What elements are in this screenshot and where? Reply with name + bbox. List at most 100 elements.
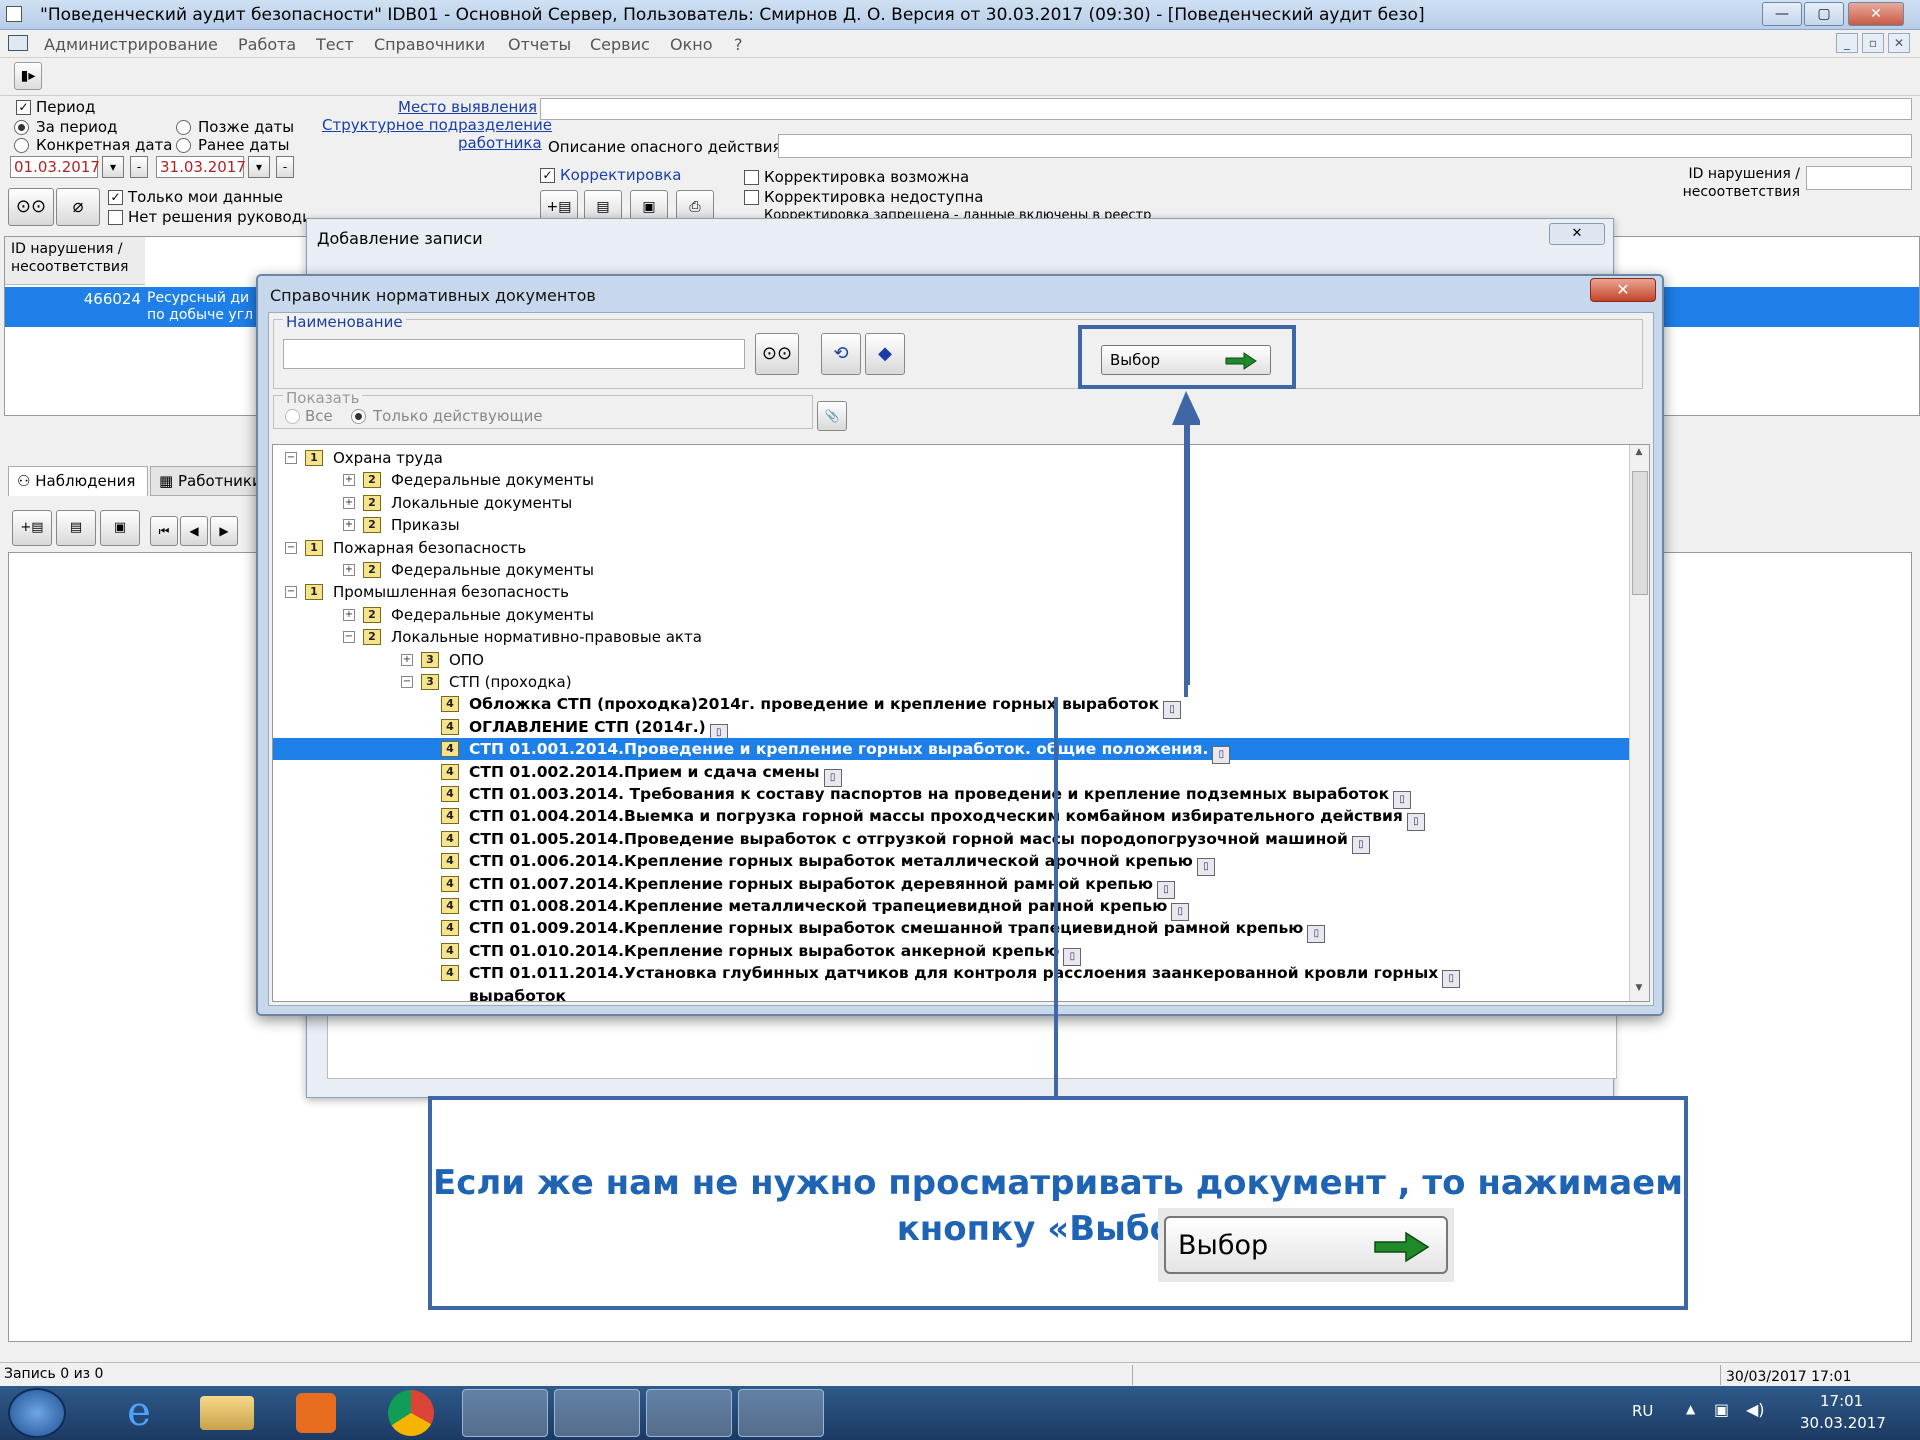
expand-icon[interactable]: + — [343, 474, 355, 487]
specific-date-radio[interactable] — [14, 138, 29, 153]
date-from-dropdown[interactable]: ▾ — [102, 156, 124, 178]
collapse-icon[interactable]: − — [285, 541, 297, 554]
after-date-radio[interactable] — [176, 120, 191, 135]
binoculars-search-button[interactable]: ⊙⊙ — [755, 333, 799, 375]
document-item[interactable]: 4 Обложка СТП (проходка)2014г. проведение… — [273, 693, 1631, 720]
exit-icon[interactable]: ▮▸ — [14, 62, 42, 90]
document-item[interactable]: 4 СТП 01.002.2014.Прием и сдача смены ▯ — [273, 761, 1631, 787]
volume-icon[interactable]: ◀) — [1746, 1400, 1765, 1419]
document-item[interactable]: 4 СТП 01.011.2014.Установка глубинных дат… — [273, 962, 1631, 989]
show-all-radio[interactable] — [285, 409, 300, 424]
media-player-icon[interactable] — [296, 1393, 336, 1433]
next-record-button[interactable]: ▶ — [210, 516, 238, 546]
show-active-radio[interactable] — [351, 409, 366, 424]
expand-icon[interactable]: + — [343, 496, 355, 509]
violation-id-field[interactable] — [1806, 166, 1912, 190]
period-checkbox[interactable]: ✓ — [16, 100, 31, 115]
document-item[interactable]: 4 СТП 01.001.2014.Проведение и крепление … — [273, 738, 1631, 765]
name-input[interactable] — [283, 339, 745, 369]
tree-node[interactable]: −2 Локальные нормативно-правовые акта — [273, 626, 1631, 648]
first-record-button[interactable]: ⏮ — [150, 516, 178, 546]
expand-icon[interactable]: + — [401, 653, 413, 666]
menu-help[interactable]: ? — [734, 35, 743, 54]
collapse-icon[interactable]: − — [343, 631, 355, 644]
explorer-icon[interactable] — [200, 1396, 254, 1430]
tree-node[interactable]: −1 Промышленная безопасность — [273, 581, 1631, 603]
maximize-button[interactable]: ▢ — [1804, 2, 1844, 26]
add-record-close[interactable]: ✕ — [1549, 223, 1605, 245]
danger-desc-field[interactable] — [778, 134, 1912, 158]
tab-workers[interactable]: ▦ Работники — [150, 466, 270, 496]
refresh-icon[interactable]: ⟲ — [821, 333, 861, 375]
document-item[interactable]: 4 СТП 01.009.2014.Крепление горных вырабо… — [273, 917, 1631, 944]
tree-node[interactable]: +3 ОПО — [273, 649, 1631, 671]
expand-icon[interactable]: + — [343, 608, 355, 621]
dialog-close-button[interactable]: ✕ — [1590, 278, 1656, 302]
tray-expand-icon[interactable]: ▲ — [1686, 1402, 1695, 1416]
bookmark-icon[interactable]: ◆ — [865, 333, 905, 375]
menu-reports[interactable]: Отчеты — [508, 35, 571, 54]
document-item[interactable]: 4 ОГЛАВЛЕНИЕ СТП (2014г.) ▯ — [273, 716, 1631, 742]
chrome-icon[interactable] — [388, 1390, 434, 1436]
dept-link-line2[interactable]: работника — [458, 134, 542, 152]
document-item[interactable]: 4 СТП 01.004.2014.Выемка и погрузка горно… — [273, 805, 1631, 832]
obs-add-button[interactable]: +▤ — [12, 510, 52, 546]
document-item[interactable]: 4 СТП 01.006.2014.Крепление горных вырабо… — [273, 850, 1631, 877]
tree-node[interactable]: −1 Пожарная безопасность — [273, 537, 1631, 559]
scroll-up-arrow[interactable]: ▲ — [1632, 447, 1646, 461]
prev-record-button[interactable]: ◀ — [180, 516, 208, 546]
scroll-thumb[interactable] — [1632, 471, 1648, 595]
app-running-icon[interactable] — [462, 1389, 548, 1437]
place-field[interactable] — [540, 98, 1912, 120]
outlook-icon[interactable] — [646, 1389, 732, 1437]
mdi-restore-button[interactable]: ▫ — [1862, 33, 1884, 53]
menu-service[interactable]: Сервис — [590, 35, 650, 54]
language-indicator[interactable]: RU — [1632, 1402, 1653, 1420]
powerpoint-icon[interactable] — [738, 1389, 824, 1437]
tree-node[interactable]: +2 Приказы — [273, 514, 1631, 536]
collapse-icon[interactable]: − — [285, 452, 297, 464]
tree-node[interactable]: +2 Федеральные документы — [273, 604, 1631, 626]
dept-link[interactable]: Структурное подразделение — [322, 116, 552, 134]
collapse-icon[interactable]: − — [285, 586, 297, 599]
scroll-down-arrow[interactable]: ▼ — [1632, 983, 1646, 997]
search-binoculars-button[interactable]: ⊙⊙ — [8, 188, 54, 226]
grid-header[interactable]: ID нарушения / несоответствия — [5, 237, 145, 285]
date-to-clear[interactable]: - — [276, 156, 294, 178]
no-decision-checkbox[interactable] — [108, 210, 123, 225]
start-button[interactable] — [8, 1388, 66, 1438]
ie-icon[interactable]: e — [96, 1389, 182, 1437]
network-icon[interactable]: ▣ — [1714, 1400, 1729, 1419]
menu-directories[interactable]: Справочники — [374, 35, 485, 54]
collapse-icon[interactable]: − — [401, 676, 413, 688]
expand-icon[interactable]: + — [343, 519, 355, 532]
document-item[interactable]: 4 СТП 01.005.2014.Проведение выработок с … — [273, 828, 1631, 854]
menu-window[interactable]: Окно — [670, 35, 713, 54]
menu-work[interactable]: Работа — [238, 35, 296, 54]
date-from-clear[interactable]: - — [130, 156, 148, 178]
minimize-button[interactable]: — — [1762, 2, 1802, 26]
attachment-filter-button[interactable]: 📎 — [817, 401, 847, 431]
place-link[interactable]: Место выявления — [398, 98, 537, 116]
date-to-field[interactable]: 31.03.2017 — [156, 156, 246, 178]
tree-node[interactable]: +2 Федеральные документы — [273, 559, 1631, 581]
tree-node[interactable]: +2 Локальные документы — [273, 492, 1631, 514]
menu-test[interactable]: Тест — [316, 35, 354, 54]
close-button[interactable]: ✕ — [1848, 2, 1904, 26]
tree-node[interactable]: −3 СТП (проходка) — [273, 671, 1631, 693]
expand-icon[interactable]: + — [343, 564, 355, 576]
menu-admin[interactable]: Администрирование — [44, 35, 218, 54]
correction-checkbox[interactable]: ✓ — [540, 168, 555, 183]
tree-scrollbar[interactable]: ▲ ▼ — [1629, 445, 1649, 1001]
tree-node[interactable]: +2 Федеральные документы — [273, 469, 1631, 491]
obs-save-button[interactable]: ▣ — [100, 510, 140, 546]
document-item[interactable]: 4 СТП 01.010.2014.Крепление горных вырабо… — [273, 940, 1631, 966]
eraser-button[interactable]: ⌀ — [56, 188, 100, 226]
mdi-minimize-button[interactable]: _ — [1836, 33, 1858, 53]
document-item[interactable]: выработок — [273, 985, 1631, 1001]
document-item[interactable]: 4 СТП 01.008.2014.Крепление металлической… — [273, 895, 1631, 921]
window-running-icon[interactable] — [554, 1389, 640, 1437]
only-my-checkbox[interactable]: ✓ — [108, 190, 123, 205]
obs-edit-button[interactable]: ▤ — [56, 510, 96, 546]
for-period-radio[interactable] — [14, 120, 29, 135]
